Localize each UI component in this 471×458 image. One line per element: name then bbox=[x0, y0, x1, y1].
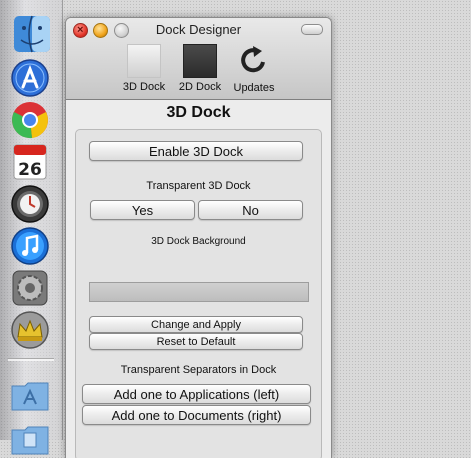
transparent-separators-label: Transparent Separators in Dock bbox=[120, 364, 277, 376]
time-machine-icon[interactable] bbox=[10, 184, 50, 224]
tab-2d-dock[interactable]: 2D Dock bbox=[177, 44, 223, 93]
tab-updates[interactable]: Updates bbox=[231, 44, 277, 94]
itunes-icon[interactable] bbox=[10, 226, 50, 266]
yes-button[interactable]: Yes bbox=[90, 200, 195, 220]
tab-2d-dock-label: 2D Dock bbox=[178, 81, 222, 93]
enable-3d-dock-button[interactable]: Enable 3D Dock bbox=[89, 141, 303, 161]
add-separator-applications-button[interactable]: Add one to Applications (left) bbox=[82, 384, 311, 404]
tab-updates-label: Updates bbox=[233, 82, 275, 94]
calendar-day-number: 26 bbox=[18, 160, 42, 180]
toolbar-toggle-button[interactable] bbox=[301, 24, 323, 35]
dock-separator bbox=[8, 358, 54, 361]
background-image-well[interactable] bbox=[89, 282, 309, 302]
no-button[interactable]: No bbox=[198, 200, 303, 220]
refresh-arrow-icon bbox=[241, 46, 265, 73]
crown-app-icon[interactable] bbox=[10, 310, 50, 350]
calendar-icon[interactable]: 26 bbox=[10, 142, 50, 182]
3d-dock-background-label: 3D Dock Background bbox=[151, 236, 246, 247]
change-and-apply-button[interactable]: Change and Apply bbox=[89, 316, 303, 333]
tab-3d-dock[interactable]: 3D Dock bbox=[121, 44, 167, 93]
dock-designer-window: × Dock Designer 3D Dock 2D Dock Updates … bbox=[65, 17, 332, 458]
reset-to-default-button[interactable]: Reset to Default bbox=[89, 333, 303, 350]
documents-folder-icon[interactable] bbox=[10, 418, 50, 458]
settings-panel: Enable 3D Dock Transparent 3D Dock Yes N… bbox=[75, 129, 322, 458]
system-preferences-icon[interactable] bbox=[10, 268, 50, 308]
finder-icon[interactable] bbox=[12, 14, 52, 54]
transparent-3d-dock-label: Transparent 3D Dock bbox=[146, 180, 251, 192]
dock-2d-icon bbox=[183, 44, 217, 78]
app-store-icon[interactable] bbox=[10, 58, 50, 98]
tab-3d-dock-label: 3D Dock bbox=[122, 81, 166, 93]
view-title: 3D Dock bbox=[166, 104, 231, 121]
toolbar: × Dock Designer 3D Dock 2D Dock Updates bbox=[66, 18, 331, 100]
window-title: Dock Designer bbox=[155, 22, 242, 37]
dock-3d-icon bbox=[127, 44, 161, 78]
applications-folder-icon[interactable] bbox=[10, 374, 50, 414]
chrome-icon[interactable] bbox=[10, 100, 50, 140]
add-separator-documents-button[interactable]: Add one to Documents (right) bbox=[82, 405, 311, 425]
dock: 26 bbox=[0, 0, 63, 455]
